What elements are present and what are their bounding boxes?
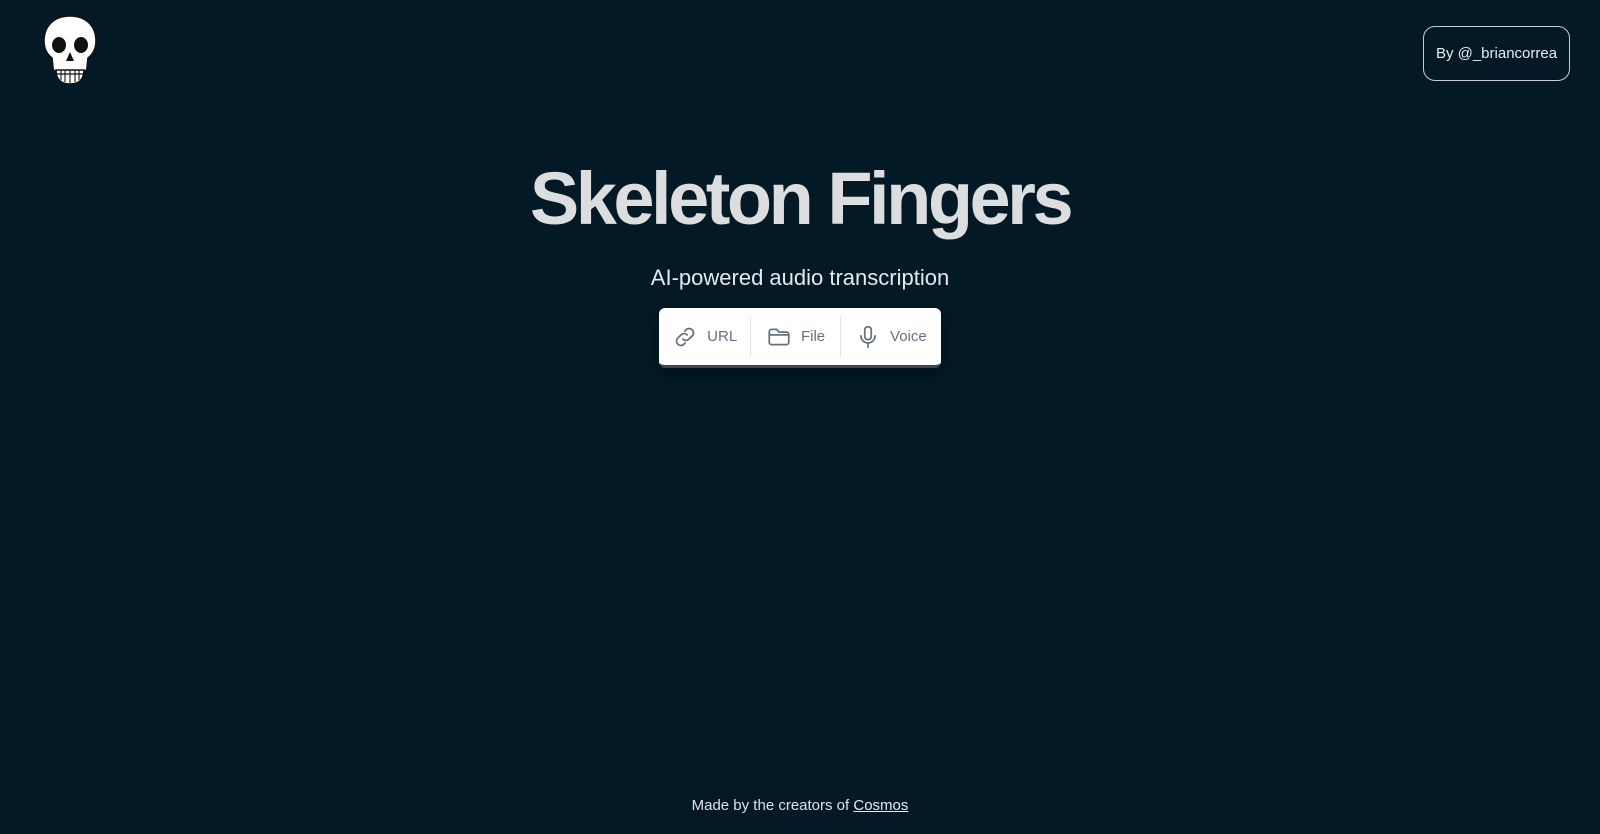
link-icon [672,324,698,350]
mode-file-label: File [800,328,826,345]
hero: Skeleton Fingers AI-powered audio transc… [0,155,1600,291]
folder-icon [766,324,792,350]
input-mode-selector: URL File Voice [659,308,941,368]
cosmos-link[interactable]: Cosmos [853,797,908,814]
page-title: Skeleton Fingers [529,157,1074,240]
microphone-icon [855,324,881,350]
page: By @_briancorrea Skeleton Fingers AI-pow… [0,0,1600,834]
skull-icon [40,14,100,86]
mode-voice-label: Voice [890,328,927,345]
footer: Made by the creators of Cosmos [0,797,1600,814]
author-button[interactable]: By @_briancorrea [1423,26,1570,81]
page-subtitle: AI-powered audio transcription [650,265,950,290]
mode-url-label: URL [707,328,738,345]
mode-voice-button[interactable]: Voice [841,308,941,365]
mode-file-button[interactable]: File [751,308,839,365]
footer-text: Made by the creators of [691,797,854,814]
mode-url-button[interactable]: URL [659,308,750,365]
